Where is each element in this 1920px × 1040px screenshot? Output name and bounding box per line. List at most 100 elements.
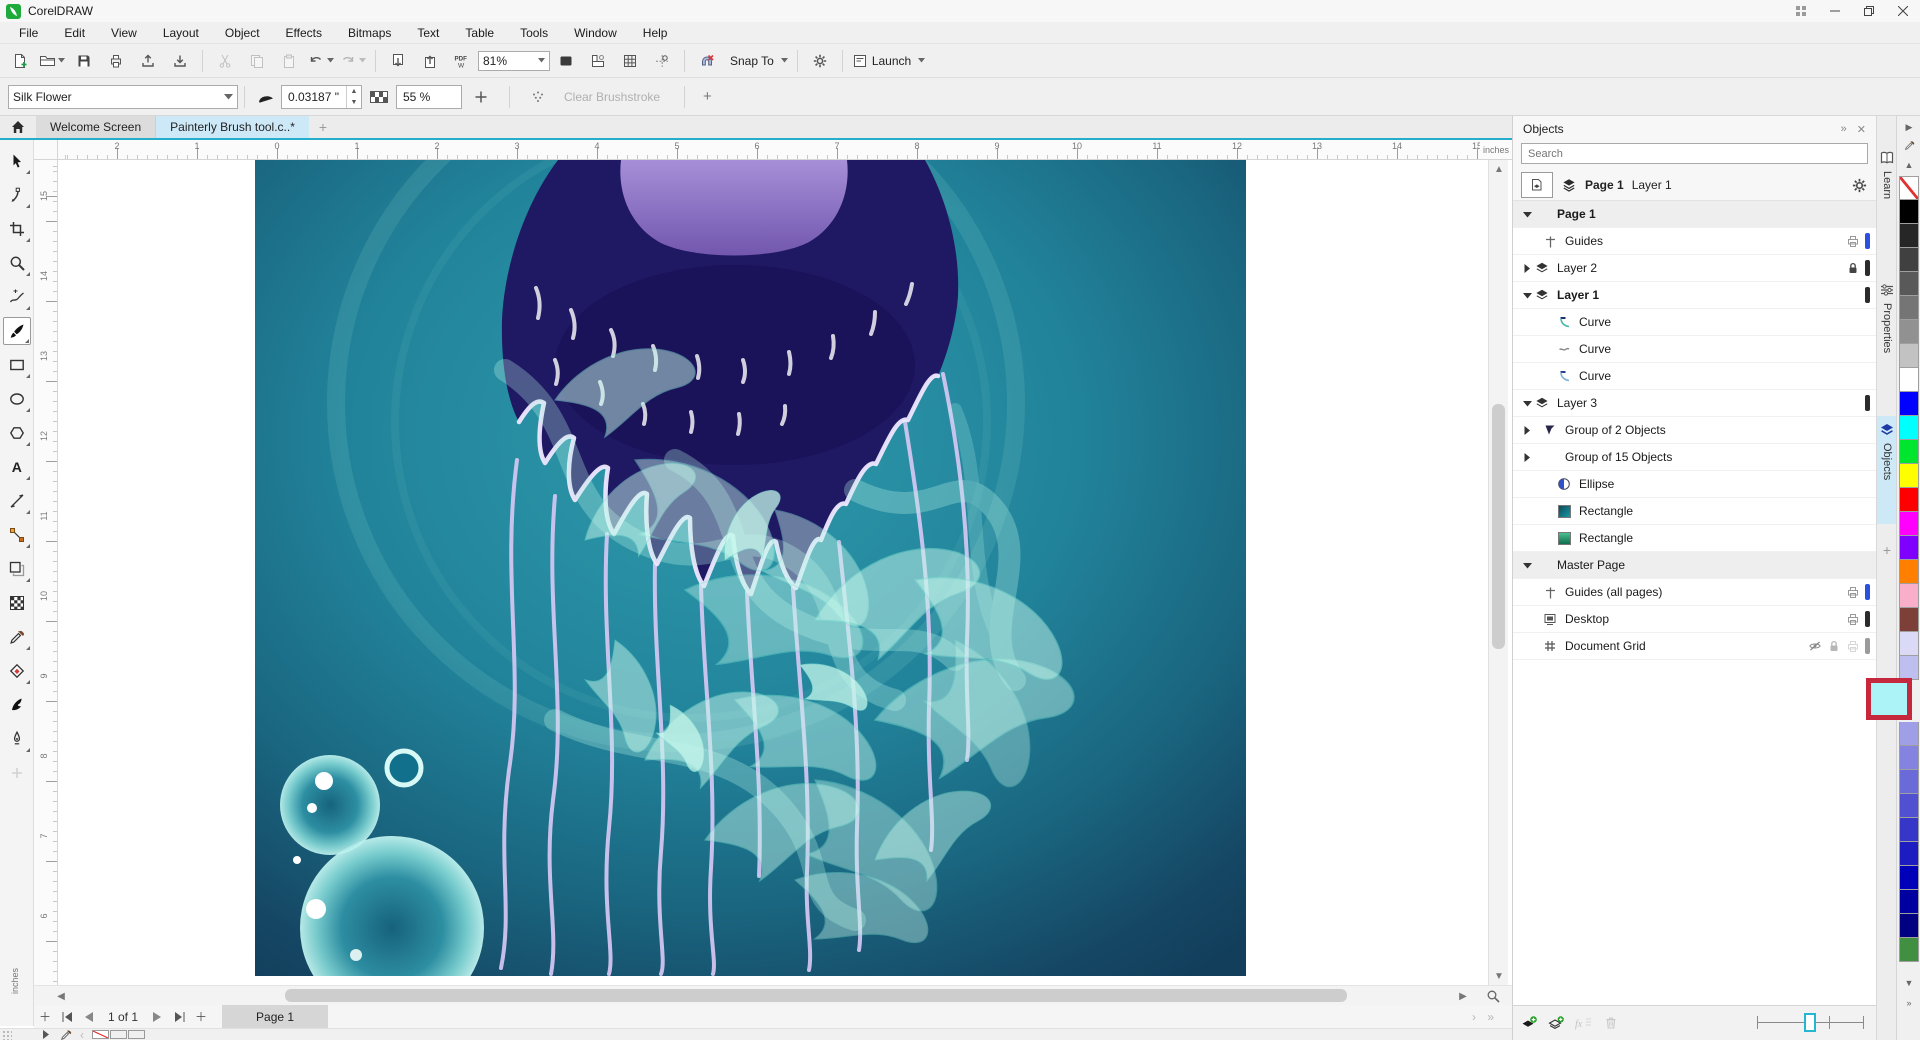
lock-indicator-icon[interactable]: [1827, 639, 1841, 653]
shape-tool[interactable]: [3, 181, 31, 209]
menu-item-layout[interactable]: Layout: [150, 24, 212, 42]
show-guidelines-button[interactable]: [647, 48, 677, 74]
palette-swatch[interactable]: [1899, 770, 1919, 794]
redo-button[interactable]: [338, 48, 368, 74]
tree-row-label[interactable]: Page 1: [1557, 207, 1596, 221]
tree-row[interactable]: Curve: [1513, 336, 1876, 363]
pick-tool[interactable]: [3, 147, 31, 175]
palette-swatch[interactable]: [1899, 794, 1919, 818]
eyeoff-indicator-icon[interactable]: [1808, 639, 1822, 653]
delete-icon[interactable]: [1603, 1015, 1619, 1031]
scroll-up-icon[interactable]: ▲: [1489, 160, 1509, 178]
docker-settings-icon[interactable]: [1851, 177, 1868, 194]
palette-swatch[interactable]: [1899, 416, 1919, 440]
palette-swatch[interactable]: [1899, 272, 1919, 296]
collapse-icon[interactable]: [1521, 292, 1533, 299]
drawing-page-jellyfish[interactable]: [255, 160, 1246, 976]
launch-button[interactable]: Launch: [850, 48, 927, 74]
customize-toolbox[interactable]: [3, 759, 31, 787]
palette-swatch[interactable]: [1899, 656, 1919, 680]
menu-item-file[interactable]: File: [6, 24, 51, 42]
palette-eyedropper-icon[interactable]: [1897, 138, 1920, 152]
full-screen-preview-button[interactable]: [551, 48, 581, 74]
lock-indicator-icon[interactable]: [1846, 261, 1860, 275]
show-grid-button[interactable]: [615, 48, 645, 74]
menu-item-object[interactable]: Object: [212, 24, 273, 42]
docker-collapse-icon[interactable]: »: [1841, 123, 1847, 136]
palette-scroll-down-icon[interactable]: ▼: [1897, 976, 1920, 990]
tree-row[interactable]: Document Grid: [1513, 633, 1876, 660]
menu-item-text[interactable]: Text: [404, 24, 452, 42]
layer-opacity-slider[interactable]: [1757, 1013, 1864, 1033]
crop-tool[interactable]: [3, 215, 31, 243]
vertical-scroll-thumb[interactable]: [1492, 404, 1505, 649]
scroll-left-icon[interactable]: ◀: [52, 986, 70, 1006]
printer-indicator-icon[interactable]: [1846, 585, 1860, 599]
status-flyout-icon[interactable]: [42, 1030, 50, 1039]
tree-row-label[interactable]: Curve: [1579, 315, 1611, 329]
transparency-picker-button[interactable]: [466, 84, 496, 110]
tree-row[interactable]: Rectangle: [1513, 525, 1876, 552]
clear-brushstroke-button[interactable]: Clear Brushstroke: [554, 90, 670, 104]
layers-icon[interactable]: [1561, 177, 1577, 193]
scroll-down-icon[interactable]: ▼: [1489, 967, 1509, 985]
palette-swatch[interactable]: [1899, 296, 1919, 320]
transparency-tool[interactable]: [3, 589, 31, 617]
collapse-icon[interactable]: [1521, 211, 1533, 218]
palette-swatch[interactable]: [1899, 914, 1919, 938]
expand-icon[interactable]: [1521, 453, 1533, 462]
palette-swatch[interactable]: [1899, 584, 1919, 608]
palette-swatch[interactable]: [1899, 224, 1919, 248]
tree-row[interactable]: Layer 3: [1513, 390, 1876, 417]
palette-swatch[interactable]: [1899, 632, 1919, 656]
restore-button[interactable]: [1852, 0, 1886, 22]
horizontal-scrollbar[interactable]: inches ◀ ▶: [34, 985, 1512, 1005]
printer-indicator-icon[interactable]: [1846, 234, 1860, 248]
new-layer-icon[interactable]: [1521, 1016, 1538, 1030]
add-docker-button[interactable]: +: [1877, 536, 1897, 572]
ruler-origin-corner[interactable]: [34, 140, 58, 160]
tree-row-label[interactable]: Document Grid: [1565, 639, 1646, 653]
upload-share-button[interactable]: [133, 48, 163, 74]
rectangle-tool[interactable]: [3, 351, 31, 379]
tree-row-label[interactable]: Guides (all pages): [1565, 585, 1662, 599]
brush-transparency-spinner[interactable]: 55 %: [396, 85, 462, 109]
layer-color-bar[interactable]: [1865, 638, 1870, 654]
add-page-before-button[interactable]: ＋: [34, 1007, 56, 1027]
status-swatch-white[interactable]: [110, 1030, 127, 1039]
printer-indicator-icon[interactable]: [1846, 639, 1860, 653]
docker-tab-objects[interactable]: Objects: [1877, 416, 1897, 524]
palette-swatch[interactable]: [1899, 200, 1919, 224]
outline-pen-tool[interactable]: [3, 725, 31, 753]
palette-scroll-up-icon[interactable]: ▲: [1897, 158, 1920, 172]
collapse-icon[interactable]: [1521, 400, 1533, 407]
tree-row[interactable]: Ellipse: [1513, 471, 1876, 498]
cut-button[interactable]: [210, 48, 240, 74]
outline-none-swatch[interactable]: [92, 1030, 109, 1039]
tree-row-label[interactable]: Guides: [1565, 234, 1603, 248]
last-page-icon[interactable]: [168, 1007, 190, 1027]
scroll-right-icon[interactable]: ▶: [1454, 986, 1472, 1006]
import-button[interactable]: [383, 48, 413, 74]
tree-row-label[interactable]: Layer 2: [1557, 261, 1597, 275]
status-back-icon[interactable]: ‹: [80, 1028, 84, 1040]
menu-item-effects[interactable]: Effects: [273, 24, 335, 42]
snap-disabled-button[interactable]: [692, 48, 722, 74]
palette-swatch[interactable]: [1899, 248, 1919, 272]
drop-shadow-tool[interactable]: [3, 555, 31, 583]
printer-indicator-icon[interactable]: [1846, 612, 1860, 626]
minimize-button[interactable]: [1818, 0, 1852, 22]
palette-swatch[interactable]: [1899, 938, 1919, 962]
tree-row-label[interactable]: Layer 1: [1557, 288, 1599, 302]
connector-tool[interactable]: [3, 521, 31, 549]
snap-to-button[interactable]: Snap To: [724, 48, 790, 74]
tree-row[interactable]: Guides: [1513, 228, 1876, 255]
expand-icon[interactable]: [1521, 426, 1533, 435]
docker-close-icon[interactable]: ✕: [1857, 123, 1866, 136]
menu-item-help[interactable]: Help: [630, 24, 681, 42]
nib-size-spinner[interactable]: 0.03187 " ▲▼: [281, 85, 362, 109]
tree-row-label[interactable]: Layer 3: [1557, 396, 1597, 410]
vertical-ruler[interactable]: 1514131211109876: [34, 160, 58, 985]
palette-swatch[interactable]: [1899, 368, 1919, 392]
palette-swatch[interactable]: [1899, 842, 1919, 866]
